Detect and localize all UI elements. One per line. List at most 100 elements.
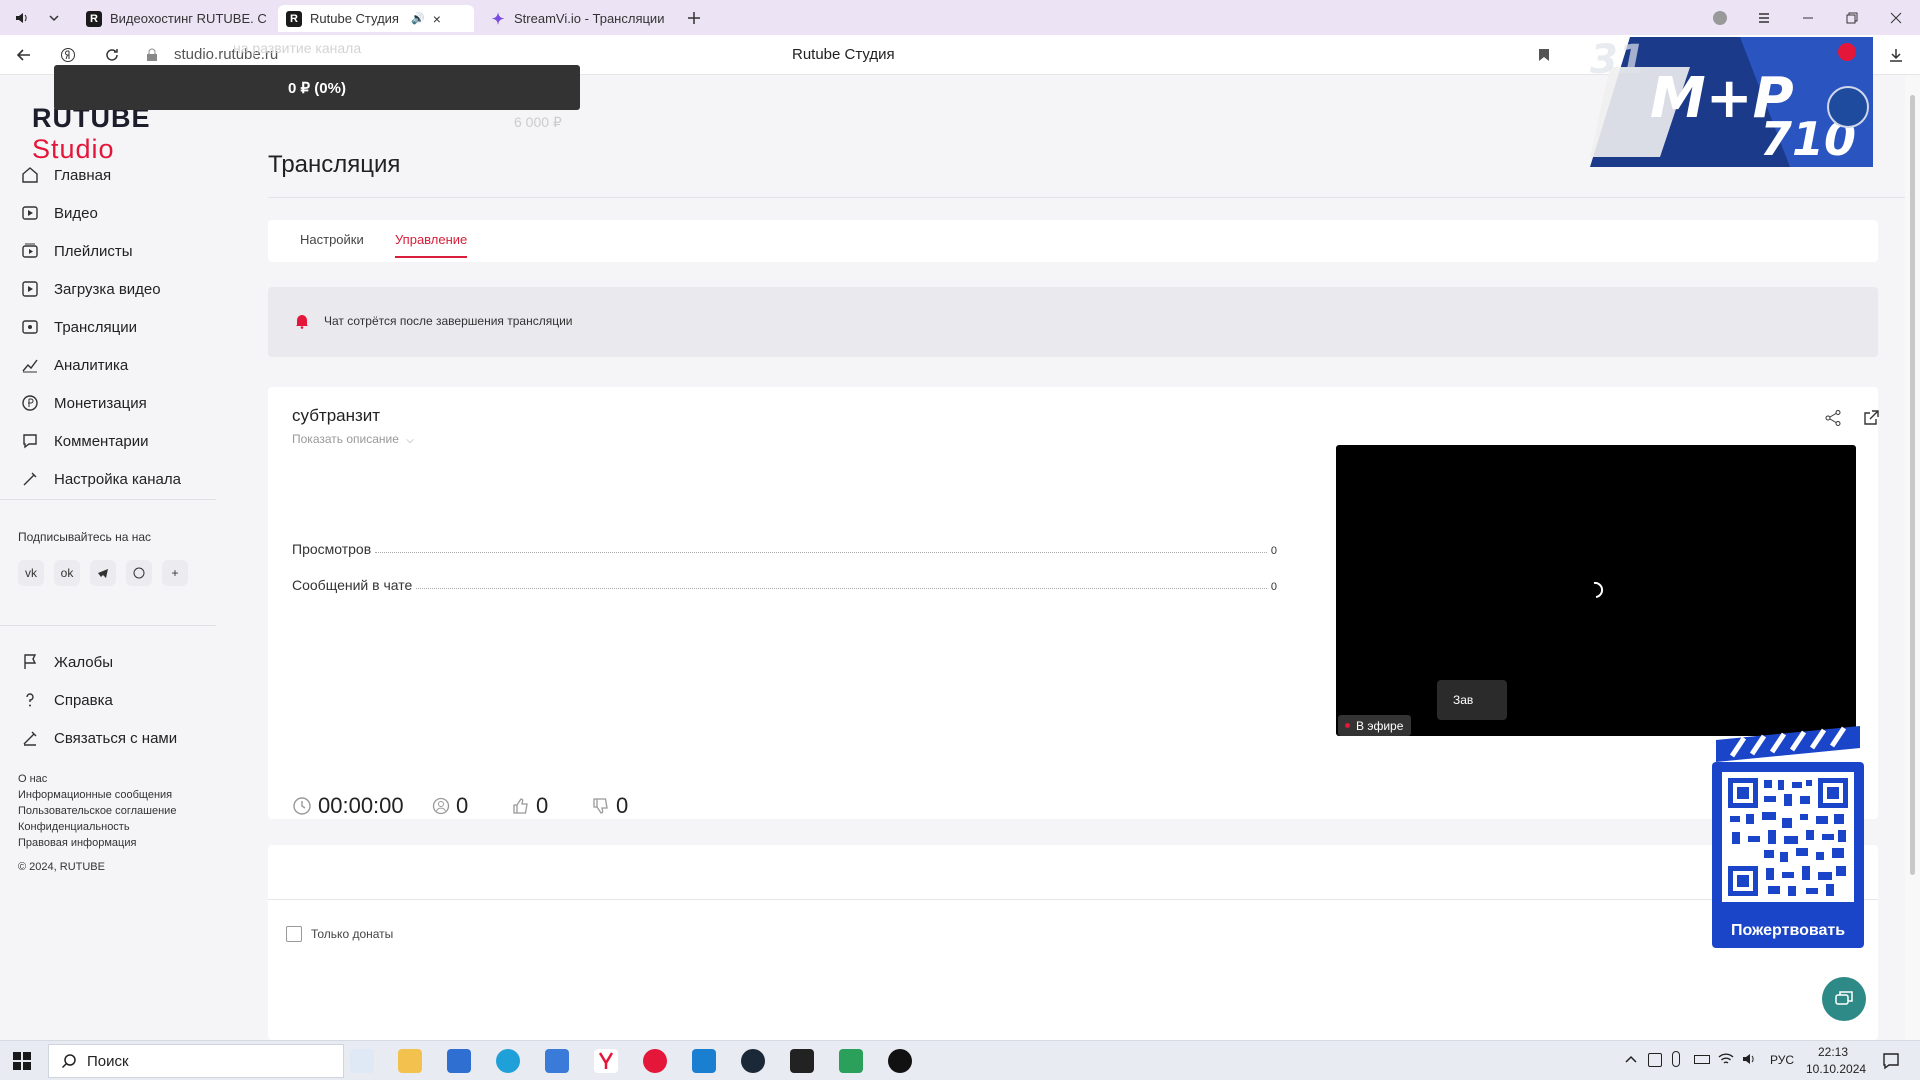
sidebar-item-home[interactable]: Главная: [18, 160, 111, 190]
sidebar-item-playlists[interactable]: Плейлисты: [18, 236, 133, 266]
tab-rutube-studio[interactable]: R Rutube Студия 🔊 ×: [278, 5, 474, 32]
media-player-icon[interactable]: [692, 1049, 716, 1073]
minimize-icon[interactable]: [1796, 6, 1820, 30]
video-player[interactable]: [1336, 445, 1856, 736]
sidebar-item-broadcasts[interactable]: Трансляции: [18, 312, 137, 342]
tab-streamvi[interactable]: ✦ StreamVi.io - Трансляции: [482, 5, 666, 32]
sidebar-item-video[interactable]: Видео: [18, 198, 98, 228]
sidebar-item-help[interactable]: Справка: [18, 685, 113, 715]
tray-chevron-icon[interactable]: [1624, 1053, 1638, 1067]
open-external-icon[interactable]: [1862, 409, 1880, 427]
sidebar-item-analytics[interactable]: Аналитика: [18, 350, 128, 380]
clock-time[interactable]: 22:13: [1818, 1045, 1848, 1059]
sidebar-item-monetization[interactable]: Монетизация: [18, 388, 147, 418]
rutube-studio-logo[interactable]: RUTUBE Studio: [32, 103, 240, 165]
donations-only-checkbox[interactable]: Только донаты: [286, 926, 393, 942]
share-icon[interactable]: [1824, 409, 1842, 427]
volume-icon[interactable]: [1742, 1052, 1758, 1066]
reload-icon[interactable]: [100, 43, 124, 67]
end-stream-label: Зав: [1453, 693, 1474, 707]
profile-icon[interactable]: [1708, 6, 1732, 30]
scrollbar[interactable]: [1905, 75, 1920, 1040]
store-icon[interactable]: [447, 1049, 471, 1073]
obs-icon[interactable]: [888, 1049, 912, 1073]
tab-title: StreamVi.io - Трансляции: [514, 11, 665, 26]
file-explorer-icon[interactable]: [398, 1049, 422, 1073]
battery-icon[interactable]: [1694, 1055, 1710, 1064]
rutube-favicon: R: [86, 10, 102, 27]
taskbar-search[interactable]: Поиск: [48, 1044, 344, 1078]
page-tabs: Настройки Управление: [268, 220, 1878, 262]
end-stream-button[interactable]: Зав: [1437, 680, 1507, 720]
sidebar-item-label: Связаться с нами: [54, 729, 178, 747]
tray-app-icon[interactable]: [1648, 1053, 1662, 1067]
task-view-icon[interactable]: [350, 1049, 374, 1073]
tab-close-icon[interactable]: ×: [433, 11, 441, 27]
tab-rutube-hosting[interactable]: R Видеохостинг RUTUBE. С: [78, 5, 268, 32]
donate-label[interactable]: Пожертвовать: [1712, 922, 1864, 940]
download-icon[interactable]: [1884, 43, 1908, 67]
ok-icon[interactable]: ok: [54, 560, 80, 586]
telegram-icon[interactable]: [90, 560, 116, 586]
stat-value: 0: [1270, 581, 1277, 593]
sidebar-item-comments[interactable]: Комментарии: [18, 426, 148, 456]
donations-only-label: Только донаты: [311, 927, 394, 941]
vk-icon[interactable]: vk: [18, 560, 44, 586]
microphone-icon[interactable]: [1672, 1051, 1680, 1067]
yandex-browser-icon[interactable]: [594, 1049, 618, 1073]
clock-date[interactable]: 10.10.2024: [1806, 1062, 1866, 1076]
new-tab-plus-icon[interactable]: [682, 6, 706, 30]
tab-list-chevron-icon[interactable]: [42, 6, 66, 30]
steam-icon[interactable]: [741, 1049, 765, 1073]
terminal-icon[interactable]: [790, 1049, 814, 1073]
wifi-icon[interactable]: [1718, 1052, 1734, 1066]
tab-audio-icon[interactable]: 🔊: [411, 12, 425, 25]
browser-tab-strip: R Видеохостинг RUTUBE. С R Rutube Студия…: [0, 0, 1920, 35]
mail-icon[interactable]: [545, 1049, 569, 1073]
footer-link-legal[interactable]: Правовая информация: [18, 837, 136, 849]
chat-notice: Чат сотрётся после завершения трансляции: [268, 287, 1878, 357]
tab-settings[interactable]: Настройки: [300, 232, 364, 247]
footer-link-agreement[interactable]: Пользовательское соглашение: [18, 805, 176, 817]
sidebar-item-label: Главная: [54, 166, 112, 184]
sidebar-item-upload[interactable]: Загрузка видео: [18, 274, 161, 304]
bookmark-icon[interactable]: [1532, 43, 1556, 67]
footer-link-info[interactable]: Информационные сообщения: [18, 789, 172, 801]
more-icon[interactable]: +: [162, 560, 188, 586]
checkbox[interactable]: [286, 926, 302, 942]
tab-audio-icon[interactable]: [10, 6, 34, 30]
tab-management[interactable]: Управление: [395, 232, 468, 258]
footer-link-privacy[interactable]: Конфиденциальность: [18, 821, 130, 833]
app-icon[interactable]: [839, 1049, 863, 1073]
qr-donation-widget[interactable]: [1712, 726, 1864, 948]
back-icon[interactable]: [12, 43, 36, 67]
chevron-down-icon: ⌵: [406, 435, 414, 446]
notifications-icon[interactable]: [1882, 1052, 1900, 1070]
live-badge: В эфире: [1338, 715, 1412, 736]
sidebar-item-contact[interactable]: Связаться с нами: [18, 723, 177, 753]
yandex-icon[interactable]: [56, 43, 80, 67]
show-description-toggle[interactable]: Показать описание ⌵: [292, 432, 414, 446]
bell-icon: [294, 313, 310, 329]
stat-label: Просмотров: [292, 541, 372, 557]
header-divider: [268, 197, 1905, 198]
help-icon: [18, 688, 42, 712]
restore-icon[interactable]: [1840, 6, 1864, 30]
edge-icon[interactable]: [496, 1049, 520, 1073]
close-window-icon[interactable]: [1884, 6, 1908, 30]
sidebar-item-channel-settings[interactable]: Настройка канала: [18, 464, 181, 494]
broadcast-icon: [18, 315, 42, 339]
scrollbar-thumb[interactable]: [1910, 95, 1915, 875]
sidebar-divider: [0, 499, 216, 500]
sidebar-item-complaints[interactable]: Жалобы: [18, 647, 113, 677]
windows-start-icon[interactable]: [12, 1051, 32, 1071]
footer-link-about[interactable]: О нас: [18, 773, 47, 785]
language-indicator[interactable]: РУС: [1770, 1053, 1794, 1067]
menu-icon[interactable]: [1752, 6, 1776, 30]
yandex-icon[interactable]: [643, 1049, 667, 1073]
viber-icon[interactable]: [126, 560, 152, 586]
upload-icon: [18, 277, 42, 301]
sidebar-item-label: Плейлисты: [54, 242, 133, 260]
loading-spinner-icon: [1590, 581, 1604, 599]
support-chat-button[interactable]: [1822, 977, 1866, 1021]
